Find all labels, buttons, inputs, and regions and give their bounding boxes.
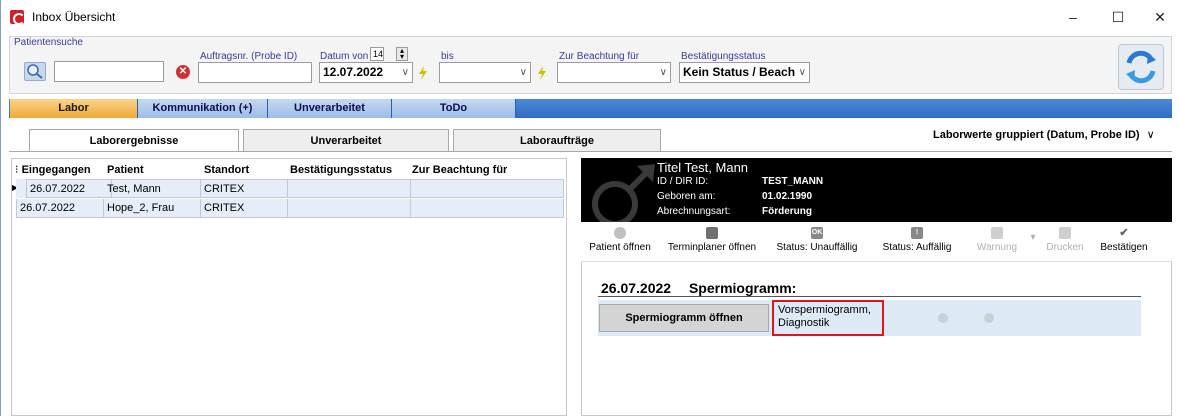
date-to-select[interactable]: ∨ xyxy=(439,62,531,83)
cell-attention xyxy=(411,179,564,198)
tab-unverarbeitet[interactable]: Unverarbeitet xyxy=(268,99,392,118)
male-symbol-icon xyxy=(592,164,655,222)
patient-id-label: ID / DIR ID: xyxy=(657,176,709,187)
cell-attention xyxy=(411,199,564,218)
open-patient-button[interactable]: Patient öffnen xyxy=(585,222,655,262)
chevron-down-icon: ∨ xyxy=(519,67,527,78)
date-to-label: bis xyxy=(441,51,454,62)
grouping-value: Laborwerte gruppiert (Datum, Probe ID) xyxy=(933,129,1140,141)
lightning-icon[interactable] xyxy=(536,66,548,80)
subtab-laborauftraege[interactable]: Laboraufträge xyxy=(453,129,661,151)
date-days-spinner[interactable]: ▴ ▾ xyxy=(396,47,408,61)
window-title: Inbox Übersicht xyxy=(32,10,116,24)
confirm-status-select[interactable]: Kein Status / Beach ∨ xyxy=(679,62,810,83)
result-desc-line: Diagnostik xyxy=(778,317,830,329)
open-spermiogram-button[interactable]: Spermiogramm öffnen xyxy=(599,304,769,332)
status-dot-icon xyxy=(938,313,948,323)
cell-location: CRITEX xyxy=(201,199,288,218)
date-from-select[interactable]: 12.07.2022 ∨ xyxy=(319,62,413,83)
tab-kommunikation[interactable]: Kommunikation (+) xyxy=(138,99,268,118)
title-bar: Inbox Übersicht – ☐ ✕ xyxy=(1,0,1179,34)
minimize-button[interactable]: – xyxy=(1058,6,1088,28)
clear-search-icon[interactable]: ✕ xyxy=(176,65,190,79)
table-row[interactable]: 26.07.2022 Hope_2, Frau CRITEX xyxy=(16,199,564,218)
refresh-icon xyxy=(1126,50,1156,84)
calendar-icon xyxy=(706,227,718,239)
refresh-button[interactable] xyxy=(1118,44,1164,90)
patient-billing-label: Abrechnungsart: xyxy=(657,206,731,217)
warning-button[interactable]: Warnung xyxy=(967,222,1027,262)
date-from-value: 12.07.2022 xyxy=(323,65,384,79)
patient-header: Titel Test, Mann ID / DIR ID: TEST_MANN … xyxy=(581,158,1172,222)
status-dot-icon xyxy=(984,313,994,323)
open-scheduler-button[interactable]: Terminplaner öffnen xyxy=(665,222,759,262)
close-button[interactable]: ✕ xyxy=(1145,6,1175,28)
cell-patient: Test, Mann xyxy=(104,179,201,198)
print-button[interactable]: Drucken xyxy=(1045,222,1085,262)
order-number-label: Auftragsnr. (Probe ID) xyxy=(200,51,298,62)
chevron-down-icon: ∨ xyxy=(1146,129,1155,141)
status-abnormal-button[interactable]: ! Status: Auffällig xyxy=(877,222,957,262)
result-description: Vorspermiogramm, Diagnostik xyxy=(772,300,884,336)
tab-todo[interactable]: ToDo xyxy=(392,99,516,118)
cell-status xyxy=(288,179,411,198)
order-number-input[interactable] xyxy=(198,62,312,83)
date-from-label: Datum von xyxy=(320,51,369,62)
chevron-down-icon: ∨ xyxy=(659,67,667,78)
result-heading: 26.07.2022 Spermiogramm: xyxy=(601,280,796,296)
person-icon xyxy=(614,227,626,239)
search-icon xyxy=(27,64,43,79)
detail-toolbar: Patient öffnen Terminplaner öffnen OK St… xyxy=(581,222,1172,262)
cell-patient: Hope_2, Frau xyxy=(104,199,201,218)
result-date: 26.07.2022 xyxy=(601,280,672,296)
column-header-status[interactable]: Bestätigungsstatus xyxy=(290,161,392,179)
column-header-patient[interactable]: Patient xyxy=(107,161,144,179)
patient-search-input[interactable] xyxy=(54,61,164,82)
patient-search-button[interactable] xyxy=(24,62,46,81)
lightning-icon[interactable] xyxy=(417,66,429,80)
patient-id-value: TEST_MANN xyxy=(762,176,824,187)
attention-select[interactable]: ∨ xyxy=(557,62,671,83)
check-icon: ✔ xyxy=(1119,227,1129,239)
app-window: Inbox Übersicht – ☐ ✕ Patientensuche ✕ A… xyxy=(0,0,1179,416)
app-logo-icon xyxy=(10,10,25,25)
patient-name: Titel Test, Mann xyxy=(657,160,749,175)
warning-icon xyxy=(991,227,1003,239)
cell-location: CRITEX xyxy=(201,179,288,198)
confirm-button[interactable]: ✔ Bestätigen xyxy=(1095,222,1153,262)
result-title: Spermiogramm: xyxy=(688,280,797,296)
column-header-eingegangen[interactable]: ⁝ Eingegangen xyxy=(15,161,91,179)
subtab-laborergebnisse[interactable]: Laborergebnisse xyxy=(29,129,239,151)
column-options-icon[interactable]: ⁝ xyxy=(15,164,19,176)
column-header-attention[interactable]: Zur Beachtung für xyxy=(412,161,507,179)
ok-icon: OK xyxy=(811,227,823,239)
confirm-status-value: Kein Status / Beach xyxy=(683,65,796,79)
print-icon xyxy=(1059,227,1071,239)
tab-labor[interactable]: Labor xyxy=(10,99,138,118)
cell-status xyxy=(288,199,411,218)
grouping-select[interactable]: Laborwerte gruppiert (Datum, Probe ID) ∨ xyxy=(933,128,1155,141)
date-days-input[interactable]: 14 xyxy=(370,47,384,61)
patient-birth-value: 01.02.1990 xyxy=(762,191,813,202)
status-normal-button[interactable]: OK Status: Unauffällig xyxy=(769,222,865,262)
maximize-button[interactable]: ☐ xyxy=(1103,6,1133,28)
chevron-down-icon: ∨ xyxy=(798,67,806,78)
cell-received: 26.07.2022 xyxy=(26,179,112,198)
column-header-standort[interactable]: Standort xyxy=(204,161,249,179)
warning-dropdown-chevron-icon[interactable]: ▾ xyxy=(1029,232,1037,272)
attention-label: Zur Beachtung für xyxy=(559,51,640,62)
alert-icon: ! xyxy=(911,227,923,239)
heading-divider xyxy=(598,296,1141,297)
table-row[interactable]: 26.07.2022 Test, Mann CRITEX xyxy=(16,179,564,198)
chevron-down-icon: ∨ xyxy=(401,67,409,78)
confirm-status-label: Bestätigungsstatus xyxy=(681,51,766,62)
patient-search-label: Patientensuche xyxy=(14,37,83,48)
patient-billing-value: Förderung xyxy=(762,206,812,217)
subtab-unverarbeitet[interactable]: Unverarbeitet xyxy=(243,129,449,151)
patient-birth-label: Geboren am: xyxy=(657,191,716,202)
cell-received: 26.07.2022 xyxy=(16,199,104,218)
result-desc-line: Vorspermiogramm, xyxy=(778,304,871,316)
